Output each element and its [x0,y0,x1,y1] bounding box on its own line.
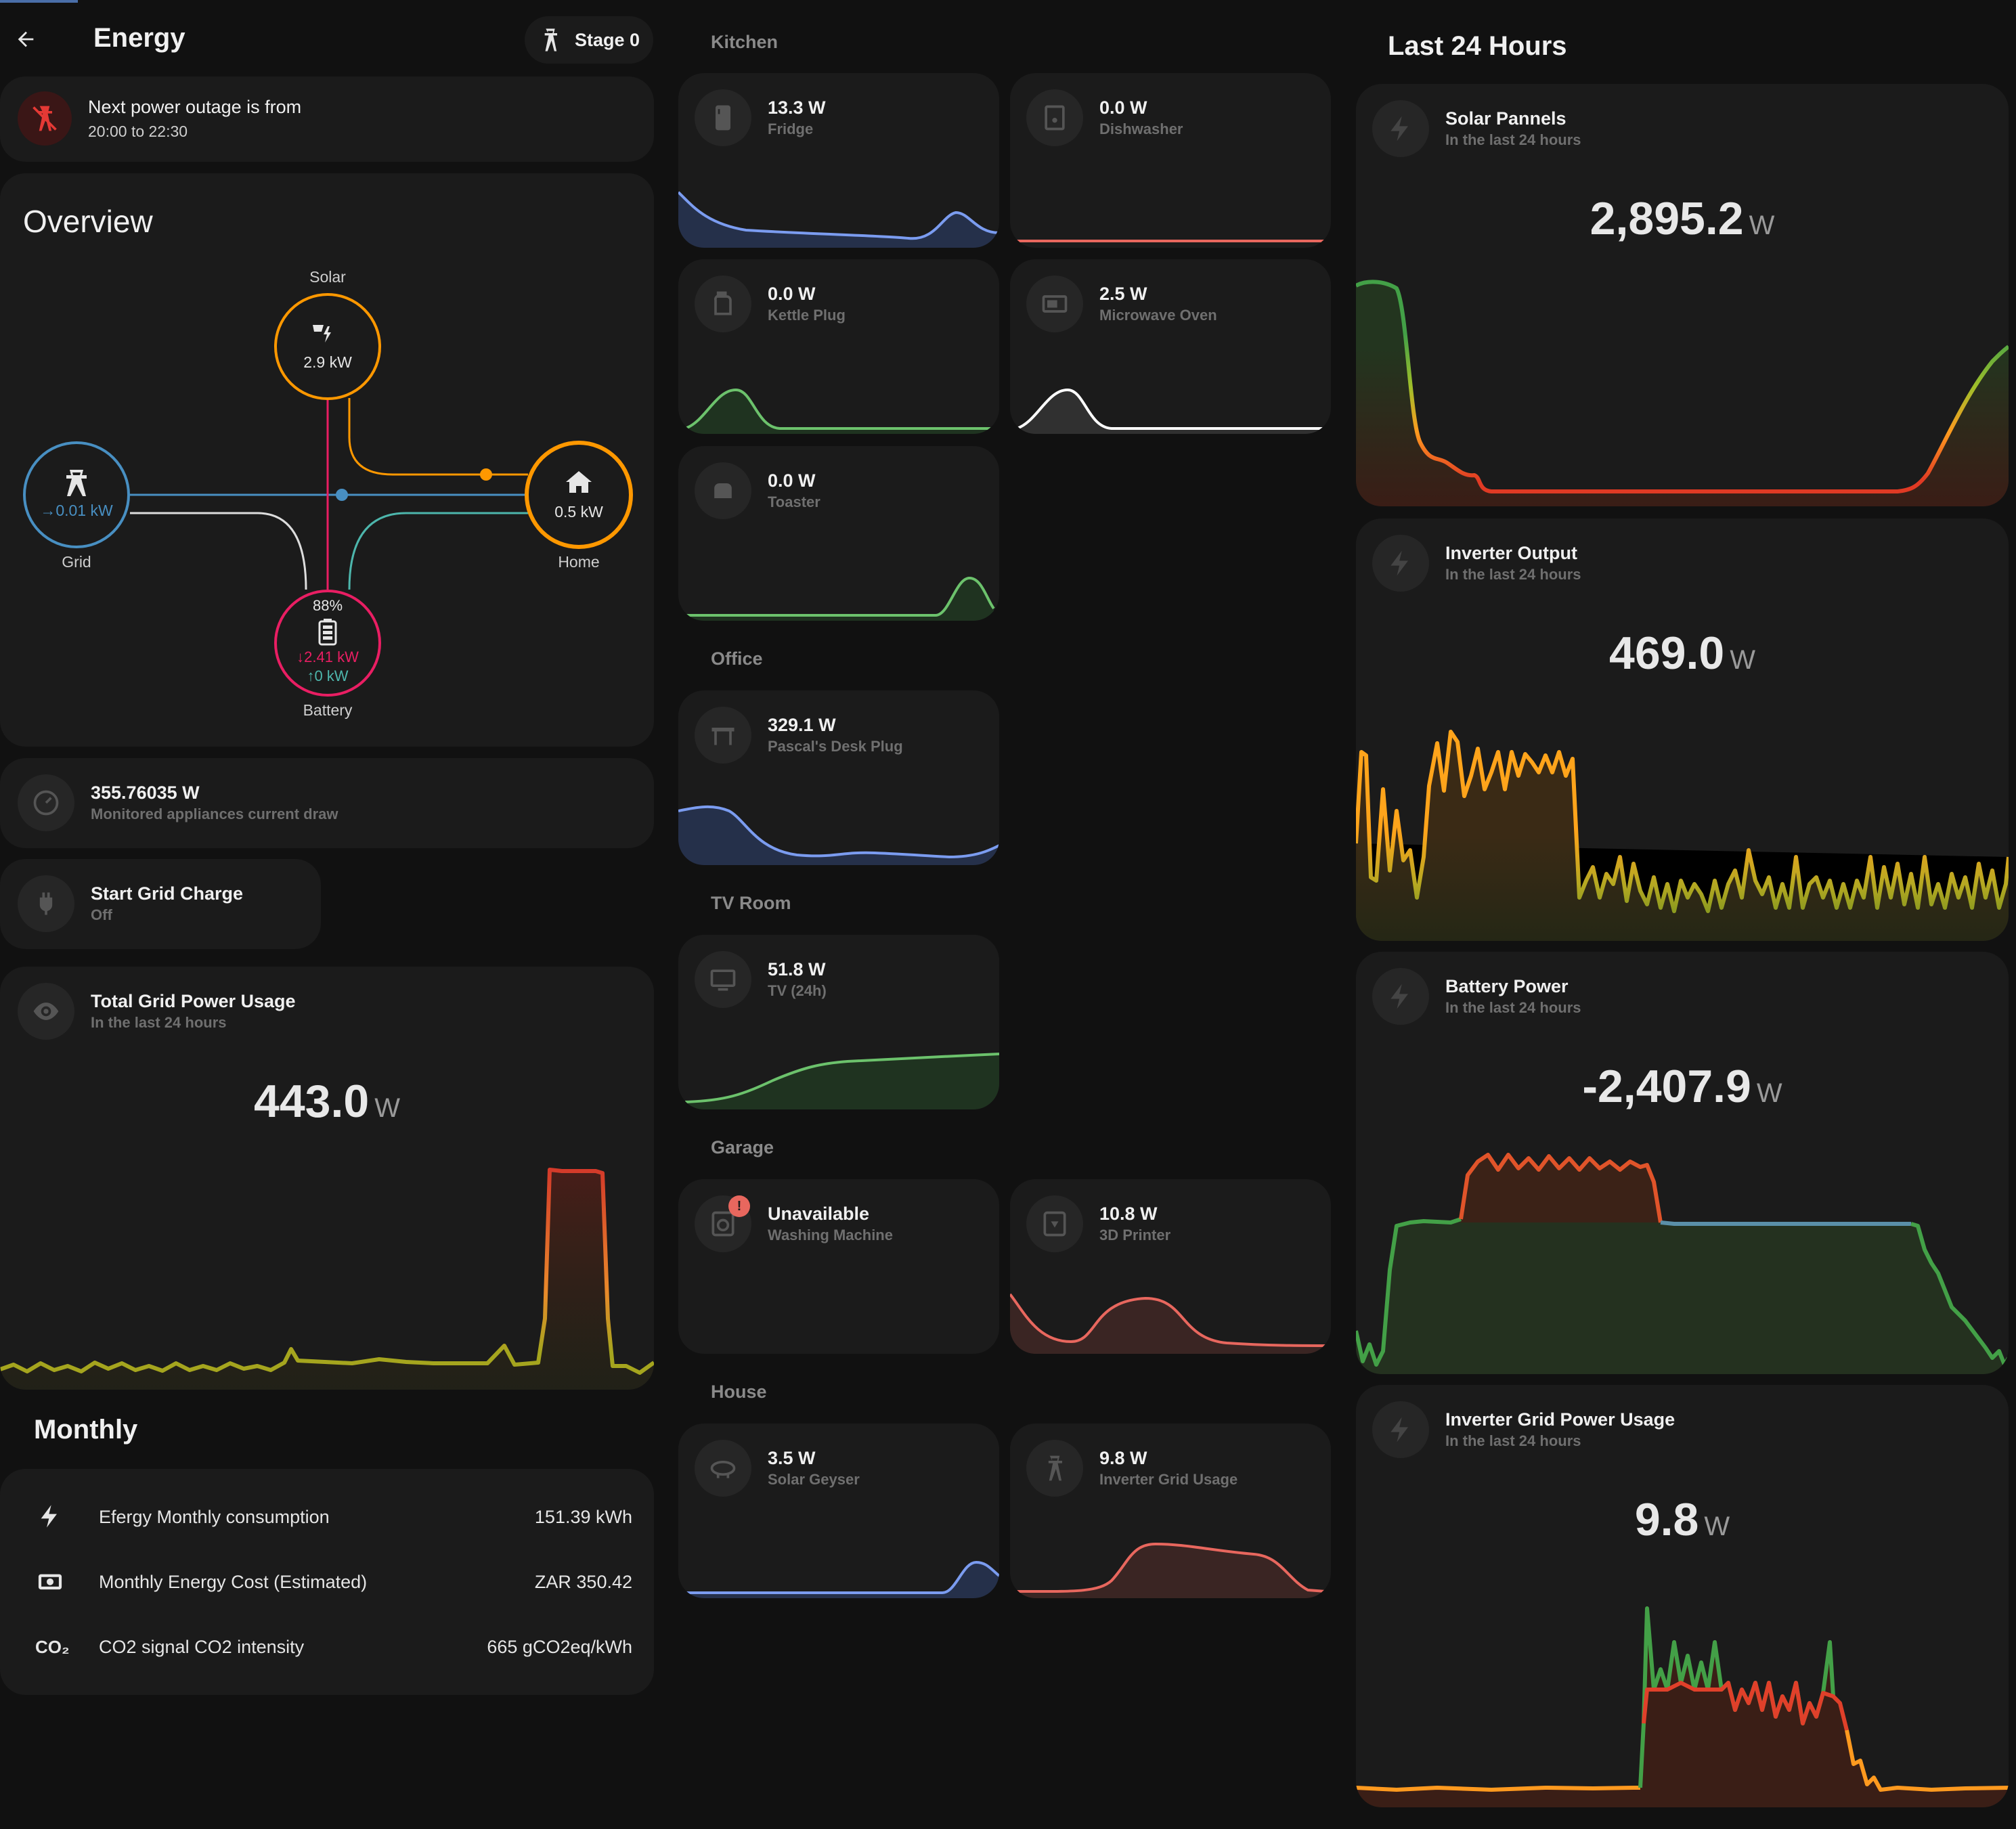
monthly-row-value: 665 gCO2eq/kWh [487,1637,632,1657]
home-node [525,441,633,549]
tv-graph [684,1053,999,1109]
washing-value: Unavailable [768,1204,870,1224]
battery-home-line [348,512,528,590]
desk-graph [678,805,999,865]
outage-time: 20:00 to 22:30 [88,123,188,140]
monthly-row-label: Efergy Monthly consumption [99,1507,330,1527]
monthly-row-value: ZAR 350.42 [534,1572,632,1592]
total-grid-graph [0,1168,654,1390]
device-card-solar-geyser[interactable]: 3.5 W Solar Geyser [678,1424,999,1598]
device-card-dishwasher[interactable]: 0.0 W Dishwasher [1010,73,1331,248]
monitored-label: Monitored appliances current draw [91,806,338,822]
overview-card: Overview Solar 2.9 kW →0.01 kW Grid 0.5 … [0,173,654,747]
grid-charge-icon-circle [18,875,74,932]
solar-node [274,293,381,400]
solar-value[interactable]: 2.9 kW [260,353,395,372]
grid-battery-line [130,512,307,590]
inverter-grid-graph [1016,1542,1326,1598]
solar-label: Solar [309,268,346,286]
dishwasher-graph [1017,240,1324,242]
home-value[interactable]: 0.5 kW [511,503,647,521]
outage-icon-circle [18,91,72,146]
transmission-tower-icon [544,28,557,51]
last24-card-inverter-output[interactable]: Inverter Output In the last 24 hours 469… [1356,519,2009,941]
room-label-house: House [711,1382,767,1402]
last24-title: Last 24 Hours [1388,31,1567,61]
grid-charge-card[interactable]: Start Grid Charge Off [0,859,321,949]
device-card-microwave[interactable]: 2.5 W Microwave Oven [1010,259,1331,434]
battery-percent: 88% [312,597,343,614]
last24-card-battery-power[interactable]: Battery Power In the last 24 hours -2,40… [1356,952,2009,1374]
outage-title: Next power outage is from [88,97,302,117]
device-card-tv[interactable]: 51.8 W TV (24h) [678,935,999,1109]
page-title: Energy [93,23,185,53]
back-button[interactable] [7,20,45,58]
battery-in[interactable]: ↑0 kW [260,667,395,685]
room-label-office: Office [711,648,763,669]
monthly-row-consumption[interactable]: Efergy Monthly consumption 151.39 kWh [0,1489,654,1543]
solar-flow-dot [480,468,492,481]
device-card-toaster[interactable]: 0.0 W Toaster [678,446,999,621]
grid-charge-title: Start Grid Charge [91,883,244,904]
stage-button[interactable]: Stage 0 [525,16,653,64]
grid-flow-dot [336,489,348,501]
monthly-card: Efergy Monthly consumption 151.39 kWh Mo… [0,1469,654,1695]
grid-label: Grid [62,553,91,571]
fridge-graph [678,191,999,248]
device-card-washing-machine[interactable]: ! Unavailable Washing Machine [678,1179,999,1354]
home-label: Home [558,553,600,571]
microwave-graph [1016,388,1324,434]
cash-icon [38,1574,62,1590]
monthly-title: Monthly [34,1415,138,1445]
toaster-graph [685,576,995,621]
power-plug-icon [39,892,53,915]
device-card-fridge[interactable]: 13.3 W Fridge [678,73,999,248]
room-label-garage: Garage [711,1137,774,1158]
gauge-icon [33,790,59,816]
device-card-3d-printer[interactable]: 10.8 W 3D Printer [1010,1179,1331,1354]
grid-value[interactable]: →0.01 kW [9,502,144,520]
outage-card[interactable]: Next power outage is from 20:00 to 22:30 [0,76,654,162]
co2-icon: CO₂ [35,1637,70,1657]
unavailable-badge: ! [728,1195,750,1217]
monthly-row-label: CO2 signal CO2 intensity [99,1637,305,1657]
geyser-graph [685,1560,999,1598]
inverter-output-graph [1356,730,2009,941]
monthly-row-cost[interactable]: Monthly Energy Cost (Estimated) ZAR 350.… [0,1554,654,1608]
grid-charge-state: Off [91,906,112,923]
arrow-left-icon [18,31,34,47]
monitored-card[interactable]: 355.76035 W Monitored appliances current… [0,758,654,848]
monthly-row-label: Monthly Energy Cost (Estimated) [99,1572,368,1592]
device-card-inverter-grid[interactable]: 9.8 W Inverter Grid Usage [1010,1424,1331,1598]
last24-card-solar[interactable]: Solar Pannels In the last 24 hours 2,895… [1356,84,2009,506]
transmission-tower-off-icon [32,106,57,131]
printer-graph [1010,1293,1331,1354]
device-card-desk-plug[interactable]: 329.1 W Pascal's Desk Plug [678,690,999,865]
solar-card-graph [1356,280,2009,506]
room-label-kitchen: Kitchen [711,32,779,52]
last24-card-inverter-grid[interactable]: Inverter Grid Power Usage In the last 24… [1356,1385,2009,1807]
stage-label: Stage 0 [575,29,640,50]
battery-out[interactable]: ↓2.41 kW [260,648,395,666]
monthly-row-value: 151.39 kWh [534,1507,632,1527]
washing-name: Washing Machine [768,1227,893,1243]
kettle-graph [684,388,992,434]
battery-power-graph [1356,1153,2009,1374]
grid-node [23,441,130,548]
total-grid-card[interactable]: Total Grid Power Usage In the last 24 ho… [0,967,654,1390]
monthly-row-co2[interactable]: CO₂ CO2 signal CO2 intensity 665 gCO2eq/… [0,1619,654,1673]
gauge-icon-circle [18,774,74,831]
lightning-icon [41,1505,57,1528]
monitored-value: 355.76035 W [91,783,200,803]
device-card-kettle[interactable]: 0.0 W Kettle Plug [678,259,999,434]
top-progress-bar [0,0,78,3]
battery-label: Battery [303,701,353,719]
room-label-tv-room: TV Room [711,893,791,913]
solar-home-line [348,398,528,476]
inverter-grid-power-graph [1356,1606,2009,1807]
